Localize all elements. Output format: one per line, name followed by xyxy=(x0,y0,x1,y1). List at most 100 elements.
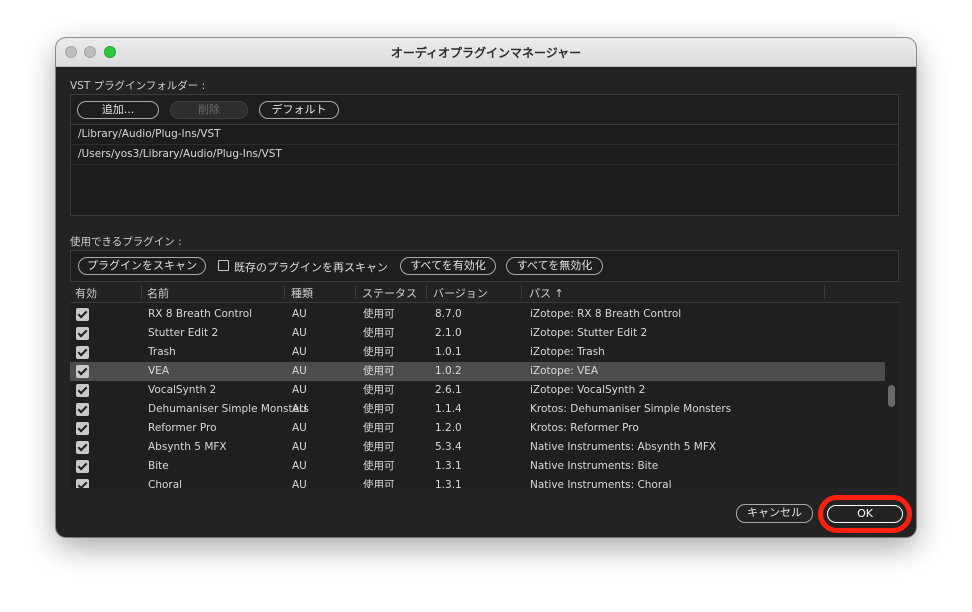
enabled-checkbox[interactable] xyxy=(76,441,89,454)
plugin-path: Krotos: Reformer Pro xyxy=(530,422,639,434)
column-version[interactable]: バージョン xyxy=(433,285,488,301)
column-type[interactable]: 種類 xyxy=(291,285,313,301)
column-divider[interactable] xyxy=(824,285,825,299)
enabled-checkbox[interactable] xyxy=(76,403,89,416)
plugin-table[interactable]: RX 8 Breath Control AU 使用可 8.7.0 iZotope: RX… xyxy=(70,302,899,488)
vst-folders-label: VST プラグインフォルダー : xyxy=(70,80,206,92)
table-row[interactable]: Dehumaniser Simple Monsters AU 使用可 1.1.4 Kro… xyxy=(70,400,885,419)
plugin-type: AU xyxy=(292,460,307,472)
enabled-checkbox[interactable] xyxy=(76,460,89,473)
plugin-type: AU xyxy=(292,327,307,339)
column-divider[interactable] xyxy=(141,285,142,299)
plugins-toolbar: プラグインをスキャン 既存のプラグインを再スキャン すべてを有効化 すべてを無効… xyxy=(70,250,899,282)
add-folder-button[interactable]: 追加... xyxy=(77,101,159,119)
plugin-type: AU xyxy=(292,441,307,453)
plugin-version: 1.1.4 xyxy=(435,403,462,415)
column-status[interactable]: ステータス xyxy=(362,285,417,301)
plugin-status: 使用可 xyxy=(363,384,395,396)
plugin-path: Native Instruments: Absynth 5 MFX xyxy=(530,441,717,453)
cancel-button[interactable]: キャンセル xyxy=(736,504,813,523)
plugin-status: 使用可 xyxy=(363,346,395,358)
plugin-version: 2.6.1 xyxy=(435,384,462,396)
plugin-type: AU xyxy=(292,479,307,488)
column-path-label: パス xyxy=(529,287,551,300)
table-row[interactable]: VocalSynth 2 AU 使用可 2.6.1 iZotope: VocalSynt… xyxy=(70,381,885,400)
disable-all-button[interactable]: すべてを無効化 xyxy=(506,257,603,275)
plugin-version: 8.7.0 xyxy=(435,308,462,320)
table-scrollbar-thumb[interactable] xyxy=(888,385,895,407)
plugin-path: Native Instruments: Choral xyxy=(530,479,672,488)
enabled-checkbox[interactable] xyxy=(76,308,89,321)
plugin-path: Native Instruments: Bite xyxy=(530,460,659,472)
plugin-name: Absynth 5 MFX xyxy=(148,441,227,453)
remove-folder-button[interactable]: 削除 xyxy=(170,101,248,119)
plugin-type: AU xyxy=(292,403,307,415)
vst-folder-list[interactable]: /Library/Audio/Plug-Ins/VST /Users/yos3/… xyxy=(70,124,899,216)
plugin-name: VocalSynth 2 xyxy=(148,384,217,396)
plugin-path: iZotope: Trash xyxy=(530,346,605,358)
table-row[interactable]: Stutter Edit 2 AU 使用可 2.1.0 iZotope: Stutter… xyxy=(70,324,885,343)
table-row[interactable]: Trash AU 使用可 1.0.1 iZotope: Trash xyxy=(70,343,885,362)
plugin-version: 1.0.2 xyxy=(435,365,462,377)
plugin-manager-window: オーディオプラグインマネージャー VST プラグインフォルダー : 追加... … xyxy=(56,38,916,537)
plugin-status: 使用可 xyxy=(363,441,395,453)
column-enabled[interactable]: 有効 xyxy=(75,285,97,301)
plugin-status: 使用可 xyxy=(363,422,395,434)
rescan-existing-label: 既存のプラグインを再スキャン xyxy=(234,261,388,274)
scan-plugins-button[interactable]: プラグインをスキャン xyxy=(78,257,206,275)
folder-path-row[interactable]: /Library/Audio/Plug-Ins/VST xyxy=(71,125,898,145)
plugin-status: 使用可 xyxy=(363,403,395,415)
plugin-version: 1.3.1 xyxy=(435,460,462,472)
rescan-existing-checkbox[interactable] xyxy=(218,260,229,271)
enabled-checkbox[interactable] xyxy=(76,365,89,378)
table-row[interactable]: Absynth 5 MFX AU 使用可 5.3.4 Native Instrument… xyxy=(70,438,885,457)
plugin-path: iZotope: RX 8 Breath Control xyxy=(530,308,682,320)
table-row[interactable]: Reformer Pro AU 使用可 1.2.0 Krotos: Reformer P… xyxy=(70,419,885,438)
plugin-name: RX 8 Breath Control xyxy=(148,308,253,320)
enabled-checkbox[interactable] xyxy=(76,346,89,359)
plugin-name: Bite xyxy=(148,460,169,472)
plugin-version: 5.3.4 xyxy=(435,441,462,453)
folder-path-row[interactable]: /Users/yos3/Library/Audio/Plug-Ins/VST xyxy=(71,145,898,165)
column-name[interactable]: 名前 xyxy=(147,285,169,301)
plugin-name: Stutter Edit 2 xyxy=(148,327,219,339)
plugin-type: AU xyxy=(292,308,307,320)
plugin-type: AU xyxy=(292,346,307,358)
plugin-path: iZotope: VocalSynth 2 xyxy=(530,384,646,396)
plugin-status: 使用可 xyxy=(363,327,395,339)
plugin-path: iZotope: Stutter Edit 2 xyxy=(530,327,648,339)
column-path[interactable]: パス ↑ xyxy=(529,285,564,301)
plugin-name: Choral xyxy=(148,479,183,488)
window-title: オーディオプラグインマネージャー xyxy=(390,46,582,60)
plugin-type: AU xyxy=(292,365,307,377)
column-divider[interactable] xyxy=(284,285,285,299)
enabled-checkbox[interactable] xyxy=(76,422,89,435)
column-divider[interactable] xyxy=(521,285,522,299)
table-row[interactable]: Bite AU 使用可 1.3.1 Native Instruments: Bite xyxy=(70,457,885,476)
plugin-version: 1.0.1 xyxy=(435,346,462,358)
available-plugins-label: 使用できるプラグイン : xyxy=(70,236,182,248)
table-row[interactable]: Choral AU 使用可 1.3.1 Native Instruments: Chor… xyxy=(70,476,885,488)
plugin-status: 使用可 xyxy=(363,365,395,377)
column-divider[interactable] xyxy=(426,285,427,299)
plugin-status: 使用可 xyxy=(363,308,395,320)
enabled-checkbox[interactable] xyxy=(76,384,89,397)
plugin-version: 1.2.0 xyxy=(435,422,462,434)
enabled-checkbox[interactable] xyxy=(76,327,89,340)
table-row[interactable]: VEA AU 使用可 1.0.2 iZotope: VEA xyxy=(70,362,885,381)
default-folders-button[interactable]: デフォルト xyxy=(259,101,339,119)
title-bar: オーディオプラグインマネージャー xyxy=(56,38,916,67)
sort-ascending-icon: ↑ xyxy=(554,287,564,300)
plugin-path: iZotope: VEA xyxy=(530,365,599,377)
highlight-ring xyxy=(818,495,912,533)
vst-folders-toolbar: 追加... 削除 デフォルト xyxy=(70,94,899,125)
enabled-checkbox[interactable] xyxy=(76,479,89,488)
plugin-version: 2.1.0 xyxy=(435,327,462,339)
plugin-name: Reformer Pro xyxy=(148,422,217,434)
plugin-name: Dehumaniser Simple Monsters xyxy=(148,403,309,415)
enable-all-button[interactable]: すべてを有効化 xyxy=(400,257,496,275)
plugin-version: 1.3.1 xyxy=(435,479,462,488)
column-divider[interactable] xyxy=(355,285,356,299)
plugin-type: AU xyxy=(292,422,307,434)
table-row[interactable]: RX 8 Breath Control AU 使用可 8.7.0 iZotope: RX… xyxy=(70,305,885,324)
